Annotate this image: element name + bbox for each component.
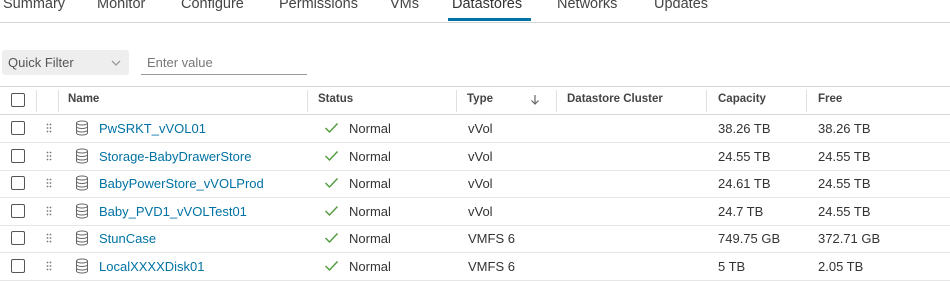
capacity-cell: 24.7 TB: [718, 204, 764, 219]
check-icon: [325, 233, 339, 244]
tab-bar: Summary Monitor Configure Permissions VM…: [0, 0, 950, 23]
drag-handle-icon[interactable]: [46, 123, 52, 133]
column-header-name[interactable]: Name: [68, 93, 99, 105]
datastore-grid: Name Status Type Datastore Cluster Capac…: [0, 86, 950, 281]
check-icon: [325, 151, 339, 162]
type-cell: VMFS 6: [468, 259, 515, 274]
free-cell: 372.71 GB: [818, 231, 881, 246]
column-resize-handle[interactable]: [456, 90, 457, 112]
datastore-icon: [76, 148, 88, 164]
capacity-cell: 749.75 GB: [718, 231, 781, 246]
row-checkbox[interactable]: [11, 121, 25, 135]
table-row[interactable]: BabyPowerStore_vVOLProd Normal vVol 24.61 T…: [0, 170, 950, 198]
tab-networks[interactable]: Networks: [557, 0, 617, 12]
free-cell: 24.55 TB: [818, 149, 871, 164]
status-text: Normal: [349, 259, 391, 274]
tab-monitor[interactable]: Monitor: [97, 0, 145, 12]
capacity-cell: 5 TB: [718, 259, 746, 274]
column-separator: [58, 90, 59, 112]
row-checkbox[interactable]: [11, 259, 25, 273]
tab-datastores[interactable]: Datastores: [452, 0, 522, 12]
check-icon: [325, 123, 339, 134]
sort-descending-icon[interactable]: [530, 94, 540, 106]
capacity-cell: 24.61 TB: [718, 176, 771, 191]
quick-filter-label: Quick Filter: [8, 55, 74, 70]
column-header-type[interactable]: Type: [467, 93, 493, 105]
datastore-icon: [76, 175, 88, 191]
column-header-status[interactable]: Status: [318, 93, 353, 105]
check-icon: [325, 178, 339, 189]
row-checkbox[interactable]: [11, 231, 25, 245]
datastore-icon: [76, 230, 88, 246]
datastore-icon: [76, 120, 88, 136]
tab-summary[interactable]: Summary: [3, 0, 65, 12]
column-resize-handle[interactable]: [806, 90, 807, 112]
datastore-name-link[interactable]: BabyPowerStore_vVOLProd: [99, 176, 264, 191]
datastore-name-link[interactable]: Baby_PVD1_vVOLTest01: [99, 204, 247, 219]
column-header-capacity[interactable]: Capacity: [718, 93, 766, 105]
tab-configure[interactable]: Configure: [181, 0, 244, 12]
drag-handle-icon[interactable]: [46, 178, 52, 188]
type-cell: vVol: [468, 176, 493, 191]
table-row[interactable]: StunCase Normal VMFS 6 749.75 GB 372.71 GB: [0, 225, 950, 253]
check-icon: [325, 206, 339, 217]
column-header-datastore-cluster[interactable]: Datastore Cluster: [567, 93, 663, 105]
status-text: Normal: [349, 121, 391, 136]
tab-updates[interactable]: Updates: [654, 0, 708, 12]
row-checkbox[interactable]: [11, 149, 25, 163]
table-row[interactable]: Storage-BabyDrawerStore Normal vVol 24.55 T…: [0, 143, 950, 171]
check-icon: [325, 261, 339, 272]
column-resize-handle[interactable]: [307, 90, 308, 112]
table-row[interactable]: PwSRKT_vVOL01 Normal vVol 38.26 TB 38.26 TB: [0, 115, 950, 143]
type-cell: vVol: [468, 149, 493, 164]
type-cell: VMFS 6: [468, 231, 515, 246]
drag-handle-icon[interactable]: [46, 206, 52, 216]
datastore-name-link[interactable]: PwSRKT_vVOL01: [99, 121, 206, 136]
free-cell: 24.55 TB: [818, 204, 871, 219]
datastore-name-link[interactable]: LocalXXXXDisk01: [99, 259, 205, 274]
table-row[interactable]: Baby_PVD1_vVOLTest01 Normal vVol 24.7 TB 24.…: [0, 198, 950, 226]
row-checkbox[interactable]: [11, 176, 25, 190]
quick-filter-select[interactable]: Quick Filter: [2, 50, 129, 75]
row-checkbox[interactable]: [11, 204, 25, 218]
drag-handle-icon[interactable]: [46, 233, 52, 243]
grid-header: Name Status Type Datastore Cluster Capac…: [0, 87, 950, 115]
table-row[interactable]: LocalXXXXDisk01 Normal VMFS 6 5 TB 2.05 TB: [0, 253, 950, 281]
datastore-name-link[interactable]: StunCase: [99, 231, 156, 246]
capacity-cell: 38.26 TB: [718, 121, 771, 136]
free-cell: 24.55 TB: [818, 176, 871, 191]
type-cell: vVol: [468, 204, 493, 219]
column-resize-handle[interactable]: [706, 90, 707, 112]
datastore-name-link[interactable]: Storage-BabyDrawerStore: [99, 149, 251, 164]
status-text: Normal: [349, 204, 391, 219]
status-text: Normal: [349, 149, 391, 164]
status-text: Normal: [349, 231, 391, 246]
column-resize-handle[interactable]: [556, 90, 557, 112]
select-all-checkbox[interactable]: [11, 93, 25, 107]
column-separator: [36, 90, 37, 112]
active-tab-indicator: [448, 18, 531, 21]
capacity-cell: 24.55 TB: [718, 149, 771, 164]
drag-handle-icon[interactable]: [46, 151, 52, 161]
type-cell: vVol: [468, 121, 493, 136]
chevron-down-icon: [111, 60, 121, 66]
datastore-icon: [76, 203, 88, 219]
datastore-icon: [76, 258, 88, 274]
status-text: Normal: [349, 176, 391, 191]
free-cell: 38.26 TB: [818, 121, 871, 136]
free-cell: 2.05 TB: [818, 259, 864, 274]
filter-value-input[interactable]: [141, 50, 307, 75]
tab-vms[interactable]: VMs: [390, 0, 419, 12]
tab-permissions[interactable]: Permissions: [279, 0, 358, 12]
column-header-free[interactable]: Free: [818, 93, 842, 105]
